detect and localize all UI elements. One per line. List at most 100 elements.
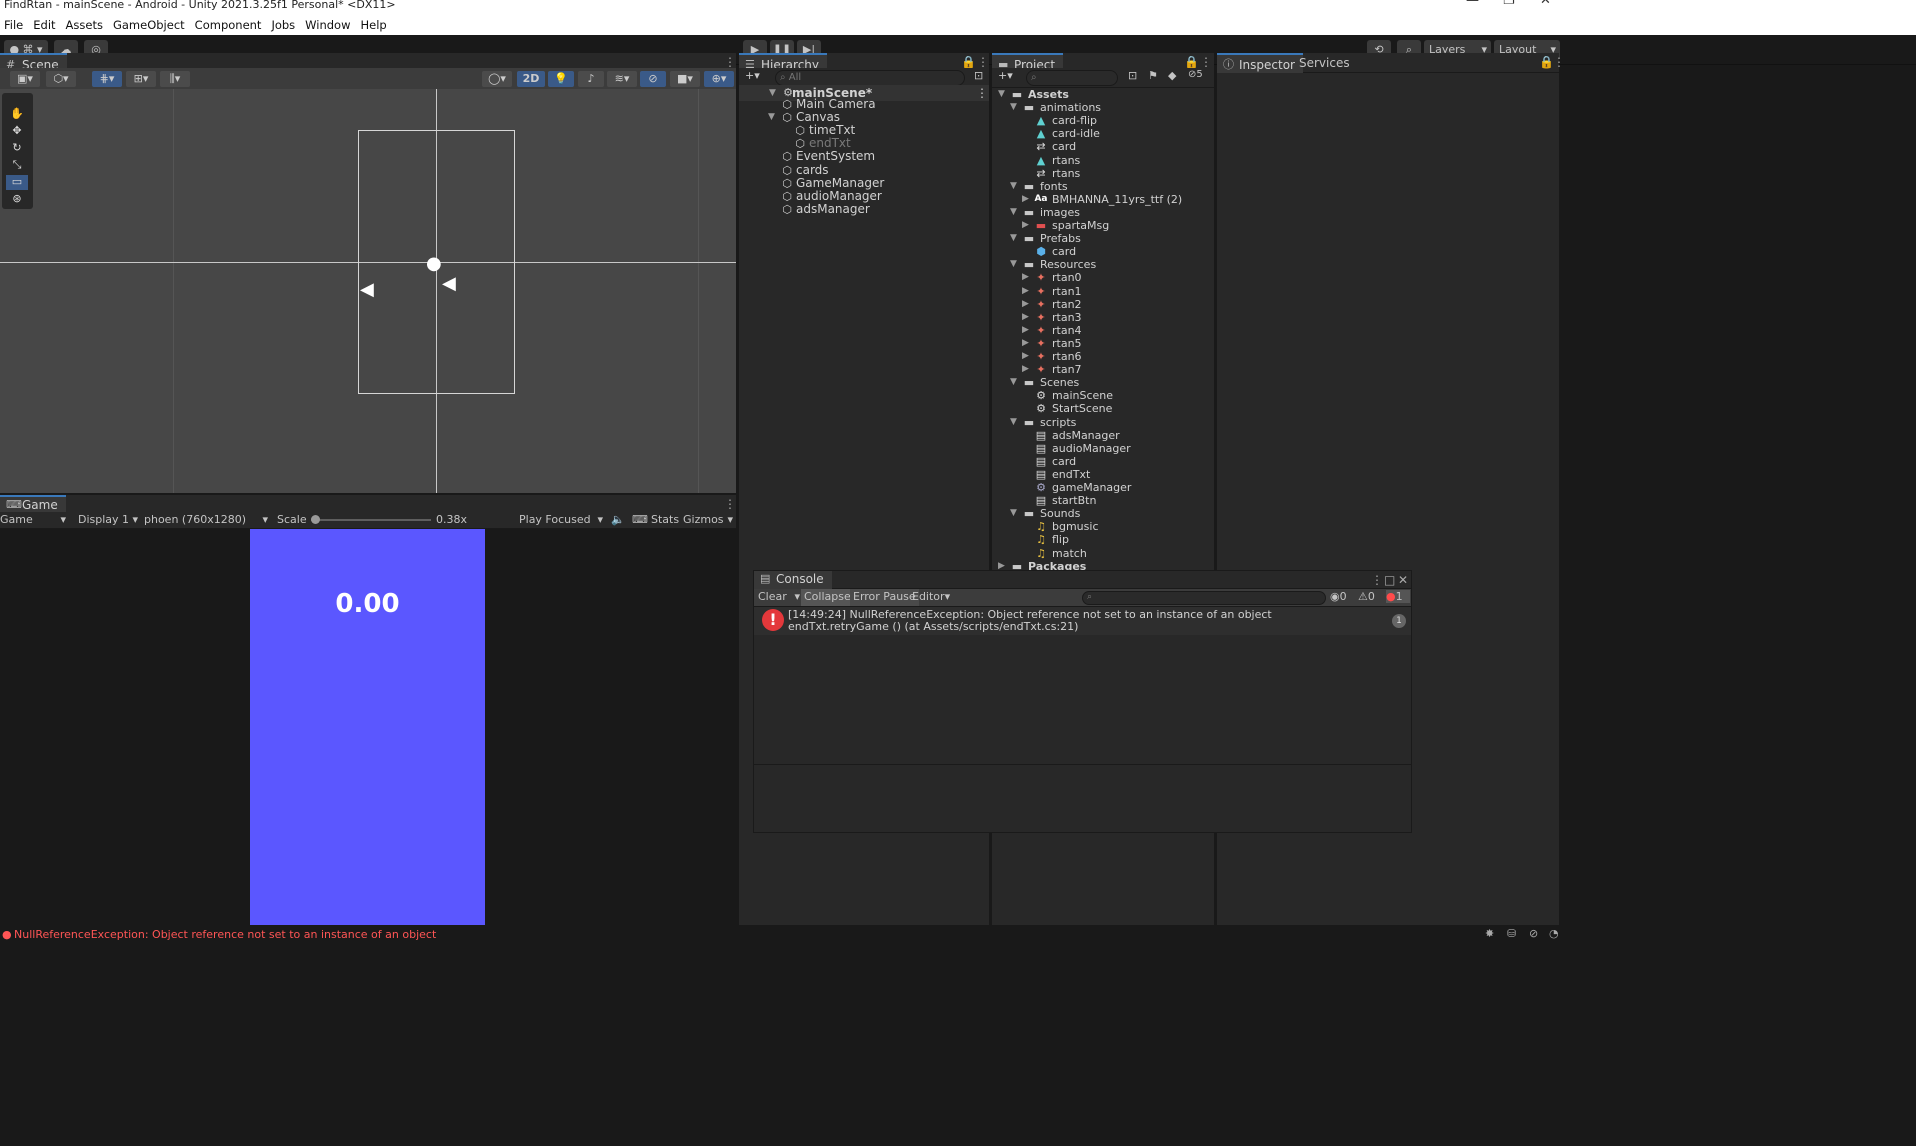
status-message[interactable]: NullReferenceException: Object reference… xyxy=(14,928,436,941)
lock-icon[interactable]: 🔒 xyxy=(1184,55,1199,69)
minimize-icon[interactable]: — xyxy=(1466,0,1479,7)
gizmos-dropdown[interactable]: ⊕▾ xyxy=(704,71,734,87)
clear-button[interactable]: Clear ▾ xyxy=(758,590,800,603)
collapse-arrow-icon[interactable]: ▶ xyxy=(1022,311,1034,324)
tab-game[interactable]: ⌨ Game xyxy=(0,495,66,513)
rotate-tool-icon[interactable]: ↻ xyxy=(6,141,28,156)
console-search-input[interactable]: ⌕ xyxy=(1082,591,1326,605)
menu-help[interactable]: Help xyxy=(357,16,393,35)
collapse-arrow-icon[interactable]: ▶ xyxy=(1022,193,1034,206)
menu-file[interactable]: File xyxy=(0,16,29,35)
game-screen[interactable]: 0.00 xyxy=(250,529,485,925)
expand-arrow-icon[interactable]: ▼ xyxy=(998,88,1010,101)
expand-arrow-icon[interactable]: ▼ xyxy=(1010,416,1022,429)
visibility-toggle[interactable]: ⊘ xyxy=(640,71,666,87)
menu-assets[interactable]: Assets xyxy=(62,16,109,35)
rect-tool-icon[interactable]: ▭ xyxy=(6,175,28,190)
log-filter-toggle[interactable]: ◉0 xyxy=(1330,590,1354,603)
lock-icon[interactable]: 🔒 xyxy=(961,55,976,69)
scale-slider-thumb[interactable] xyxy=(311,515,320,524)
collapse-arrow-icon[interactable]: ▶ xyxy=(1022,337,1034,350)
expand-arrow-icon[interactable]: ▼ xyxy=(1010,180,1022,193)
align-button[interactable]: ⫼▾ xyxy=(160,71,190,87)
error-pause-button[interactable]: Error Pause xyxy=(850,589,919,606)
collapse-arrow-icon[interactable]: ▶ xyxy=(1022,271,1034,284)
tab-console[interactable]: ▤ Console xyxy=(754,571,832,589)
camera-dropdown[interactable]: ■▾ xyxy=(670,71,700,87)
lock-icon[interactable]: 🔒 xyxy=(1539,55,1554,69)
audio-source-icon[interactable]: ◀ xyxy=(360,279,374,300)
expand-arrow-icon[interactable]: ▼ xyxy=(1010,376,1022,389)
scale-tool-icon[interactable]: ⤡ xyxy=(6,158,28,173)
lighting-toggle[interactable]: ◯▾ xyxy=(482,71,512,87)
search-options-icon[interactable]: ⊡ xyxy=(974,69,983,82)
draw-mode-button[interactable]: ⬡▾ xyxy=(46,71,76,87)
move-tool-icon[interactable]: ✥ xyxy=(6,124,28,139)
kebab-menu-icon[interactable]: ⋮ xyxy=(976,85,988,101)
debug-icon[interactable]: ✸ xyxy=(1485,927,1494,940)
add-icon[interactable]: +▾ xyxy=(745,69,760,82)
scene-view[interactable]: ● ◀ ◀ ✋ ✥ ↻ ⤡ ▭ ⊛ xyxy=(0,89,736,493)
collapse-arrow-icon[interactable]: ▶ xyxy=(1022,363,1034,376)
console-splitter[interactable] xyxy=(754,764,1411,765)
kebab-menu-icon[interactable]: ⋮ xyxy=(1200,55,1212,69)
kebab-menu-icon[interactable]: ⋮ xyxy=(1553,55,1565,69)
display-select[interactable]: Display 1 ▾ xyxy=(78,513,140,526)
collapse-arrow-icon[interactable]: ▶ xyxy=(1022,350,1034,363)
expand-arrow-icon[interactable]: ▼ xyxy=(1010,258,1022,271)
menu-component[interactable]: Component xyxy=(191,16,268,35)
gizmos-select[interactable]: Gizmos ▾ xyxy=(683,513,735,526)
hidden-packages-button[interactable]: ⊘5 xyxy=(1188,69,1203,80)
warning-filter-toggle[interactable]: ⚠0 xyxy=(1358,590,1382,603)
collapse-button[interactable]: Collapse xyxy=(801,589,854,606)
mute-audio-icon[interactable]: 🔈 xyxy=(611,513,625,526)
search-by-type-icon[interactable]: ⊡ xyxy=(1128,69,1137,82)
add-icon[interactable]: +▾ xyxy=(998,69,1013,82)
shading-mode-button[interactable]: ▣▾ xyxy=(10,71,40,87)
stats-button[interactable]: Stats xyxy=(651,513,679,526)
kebab-menu-icon[interactable]: ⋮ xyxy=(724,55,736,69)
close-window-icon[interactable]: ✕ xyxy=(1540,0,1551,7)
maximize-icon[interactable]: ❐ xyxy=(1503,0,1515,7)
expand-arrow-icon[interactable]: ▼ xyxy=(1010,101,1022,114)
auto-generate-lighting-icon[interactable]: ⊘ xyxy=(1529,927,1538,940)
keyboard-icon[interactable]: ⌨ xyxy=(632,513,648,526)
audio-toggle[interactable]: ♪ xyxy=(578,71,604,87)
collapse-arrow-icon[interactable]: ▶ xyxy=(1022,298,1034,311)
menu-gameobject[interactable]: GameObject xyxy=(109,16,191,35)
expand-arrow-icon[interactable]: ▼ xyxy=(1010,232,1022,245)
hierarchy-search-input[interactable]: ⌕ All xyxy=(775,70,965,86)
effects-dropdown[interactable]: ≋▾ xyxy=(607,71,637,87)
menu-edit[interactable]: Edit xyxy=(29,16,61,35)
increment-snap-button[interactable]: ⊞▾ xyxy=(126,71,156,87)
resolution-select[interactable]: phoen (760x1280) ▾ xyxy=(144,513,270,526)
expand-arrow-icon[interactable]: ▼ xyxy=(1010,206,1022,219)
collapse-arrow-icon[interactable]: ▶ xyxy=(1022,324,1034,337)
play-focused-select[interactable]: Play Focused ▾ xyxy=(519,513,605,526)
scale-slider[interactable] xyxy=(311,515,431,524)
kebab-menu-icon[interactable]: ⋮ xyxy=(977,55,989,69)
game-view-select[interactable]: Game ▾ xyxy=(0,513,68,526)
maximize-icon[interactable]: □ xyxy=(1384,573,1395,587)
grid-snap-button[interactable]: ⋕▾ xyxy=(92,71,122,87)
menu-window[interactable]: Window xyxy=(301,16,356,35)
tag-icon[interactable]: ◆ xyxy=(1168,69,1176,82)
network-icon[interactable]: ⛁ xyxy=(1507,927,1516,940)
console-entry[interactable]: ! [14:49:24] NullReferenceException: Obj… xyxy=(754,607,1411,635)
transform-tool-icon[interactable]: ⊛ xyxy=(6,192,28,207)
collapse-arrow-icon[interactable]: ▶ xyxy=(1022,219,1034,232)
project-search-input[interactable]: ⌕ xyxy=(1026,70,1118,86)
filter-by-label-icon[interactable]: ⚑ xyxy=(1148,69,1158,82)
camera-gizmo-icon[interactable]: ● xyxy=(426,253,442,274)
kebab-menu-icon[interactable]: ⋮ xyxy=(1371,573,1383,587)
menu-jobs[interactable]: Jobs xyxy=(267,16,301,35)
kebab-menu-icon[interactable]: ⋮ xyxy=(724,497,736,511)
hand-tool-icon[interactable]: ✋ xyxy=(6,107,28,122)
collapse-arrow-icon[interactable]: ▶ xyxy=(1022,285,1034,298)
error-filter-toggle[interactable]: ●1 xyxy=(1386,590,1410,603)
close-icon[interactable]: ✕ xyxy=(1398,573,1408,587)
expand-arrow-icon[interactable]: ▼ xyxy=(768,111,780,124)
editor-dropdown[interactable]: Editor▾ xyxy=(912,590,950,603)
progress-icon[interactable]: ◔ xyxy=(1549,927,1559,940)
2d-toggle[interactable]: 2D xyxy=(517,71,545,87)
